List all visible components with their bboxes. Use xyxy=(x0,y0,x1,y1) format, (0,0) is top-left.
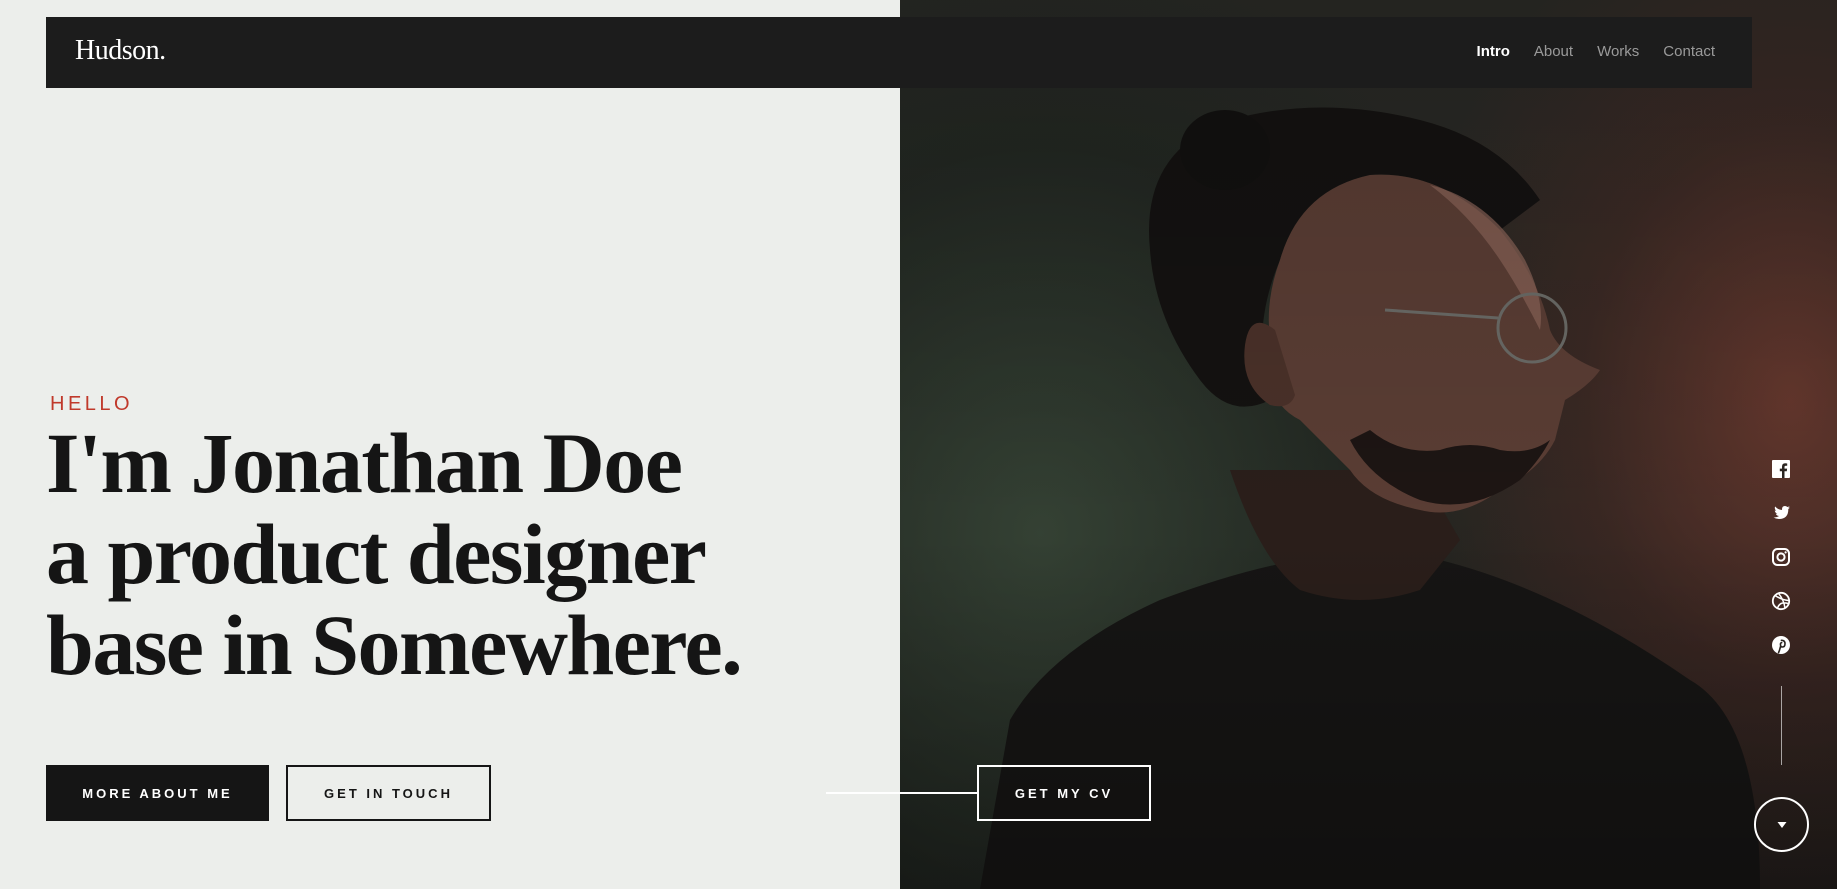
site-logo[interactable]: Hudson. xyxy=(75,35,166,67)
hero-headline: I'm Jonathan Doe a product designer base… xyxy=(46,415,743,693)
headline-line-2: a product designer xyxy=(46,506,707,602)
dribbble-icon[interactable] xyxy=(1771,591,1791,611)
get-in-touch-button[interactable]: GET IN TOUCH xyxy=(286,765,491,821)
facebook-icon[interactable] xyxy=(1771,459,1791,479)
pinterest-icon[interactable] xyxy=(1771,635,1791,655)
portrait-illustration xyxy=(900,0,1837,889)
headline-line-3: base in Somewhere. xyxy=(46,597,743,693)
twitter-icon[interactable] xyxy=(1771,503,1791,523)
headline-line-1: I'm Jonathan Doe xyxy=(46,415,683,511)
get-cv-button[interactable]: GET MY CV xyxy=(977,765,1151,821)
more-about-me-button[interactable]: MORE ABOUT ME xyxy=(46,765,269,821)
hero-photo xyxy=(900,0,1837,889)
nav-works[interactable]: Works xyxy=(1597,43,1639,60)
nav-contact[interactable]: Contact xyxy=(1663,43,1715,60)
nav-intro[interactable]: Intro xyxy=(1477,43,1510,60)
site-header: Hudson. Intro About Works Contact xyxy=(46,17,1752,88)
main-nav: Intro About Works Contact xyxy=(1477,43,1715,60)
scroll-down-button[interactable] xyxy=(1754,797,1809,852)
chevron-down-icon xyxy=(1777,821,1786,828)
social-divider-line xyxy=(1781,686,1782,765)
social-links xyxy=(1771,459,1791,655)
nav-about[interactable]: About xyxy=(1534,43,1573,60)
hero-eyebrow: HELLO xyxy=(50,393,134,415)
cv-connector-line xyxy=(826,792,978,794)
instagram-icon[interactable] xyxy=(1771,547,1791,567)
